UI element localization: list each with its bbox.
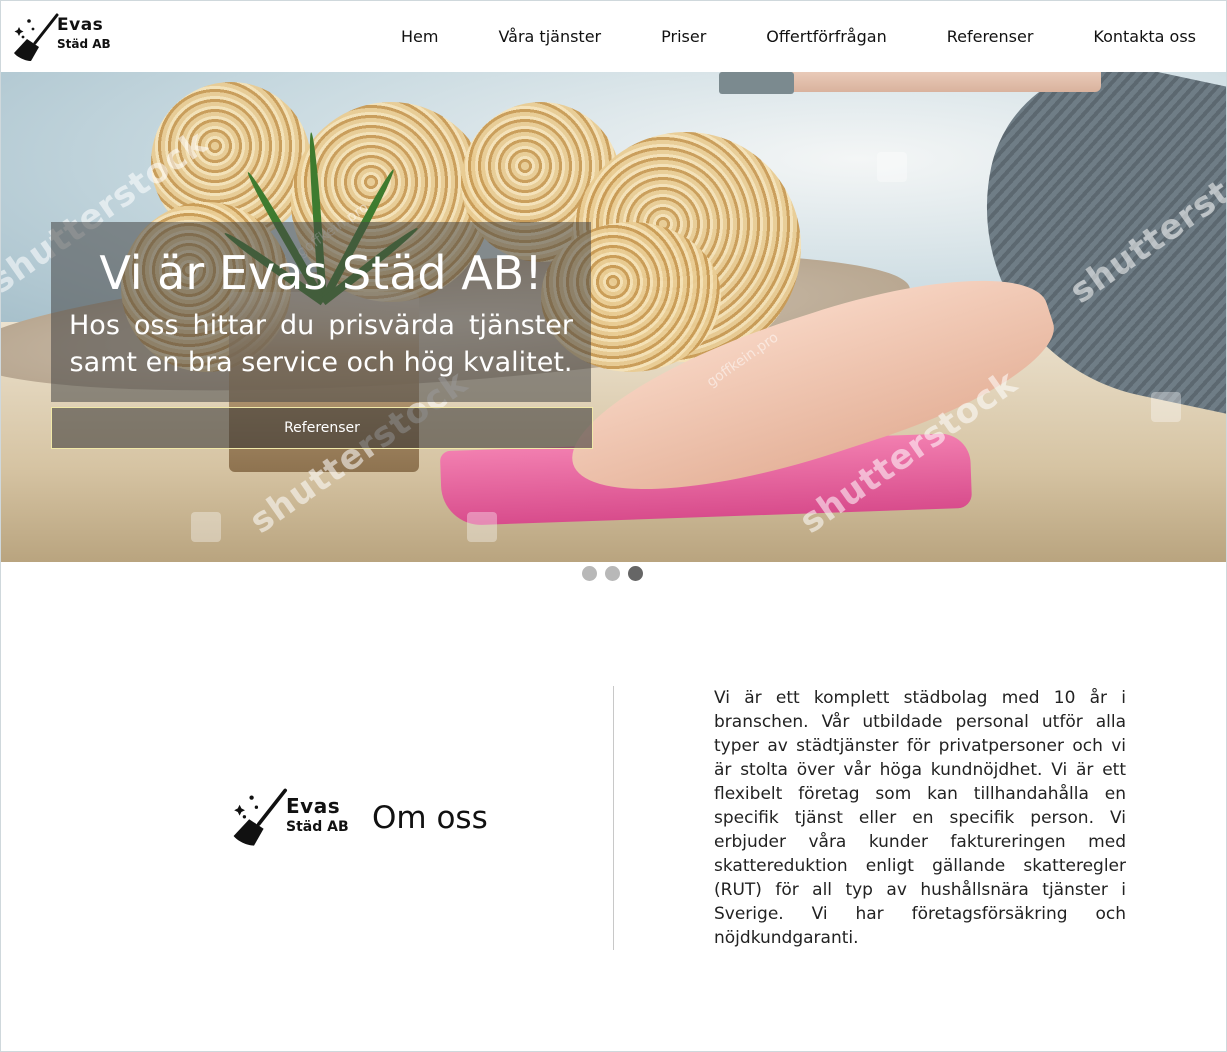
slider-dot-1[interactable] [582, 566, 597, 581]
logo-text: Evas Städ AB [57, 15, 111, 51]
about-logo-text: Evas Städ AB [286, 796, 349, 834]
hero-spray-bottle [719, 72, 794, 94]
slider-dot-2[interactable] [605, 566, 620, 581]
site-header: Evas Städ AB Hem Våra tjänster Priser Of… [1, 1, 1226, 73]
slider-dot-3[interactable] [628, 566, 643, 581]
watermark-icon [191, 512, 221, 542]
nav-item-kontakta-oss[interactable]: Kontakta oss [1093, 27, 1196, 46]
hero-subtitle: Hos oss hittar du prisvärda tjänster sam… [69, 309, 573, 379]
nav-item-offertforfragan[interactable]: Offertförfrågan [766, 27, 886, 46]
logo-name-line1: Evas [57, 15, 104, 35]
about-title: Om oss [372, 800, 488, 836]
about-logo-name-line2: Städ AB [286, 819, 349, 835]
about-logo: Evas Städ AB [232, 788, 352, 848]
broom-sparkle-icon [14, 13, 59, 61]
about-divider [613, 686, 614, 950]
hero-slider: shutterstock shutterstock shutterstock s… [1, 72, 1226, 562]
slider-dots [582, 566, 651, 581]
about-logo-name-line1: Evas [286, 794, 341, 818]
broom-sparkle-icon [233, 788, 287, 846]
watermark-icon [1151, 392, 1181, 422]
watermark-icon [467, 512, 497, 542]
nav-item-vara-tjanster[interactable]: Våra tjänster [498, 27, 601, 46]
watermark-icon [877, 152, 907, 182]
hero-caption: Vi är Evas Städ AB! Hos oss hittar du pr… [51, 222, 591, 402]
nav-item-priser[interactable]: Priser [661, 27, 706, 46]
main-nav: Hem Våra tjänster Priser Offertförfrågan… [341, 1, 1196, 72]
logo-name-line2: Städ AB [57, 37, 111, 51]
nav-item-hem[interactable]: Hem [401, 27, 438, 46]
nav-item-referenser[interactable]: Referenser [947, 27, 1034, 46]
hero-title: Vi är Evas Städ AB! [99, 246, 543, 300]
referenser-button[interactable]: Referenser [51, 407, 593, 449]
site-logo[interactable]: Evas Städ AB [13, 13, 113, 63]
about-text: Vi är ett komplett städbolag med 10 år i… [714, 688, 1126, 948]
